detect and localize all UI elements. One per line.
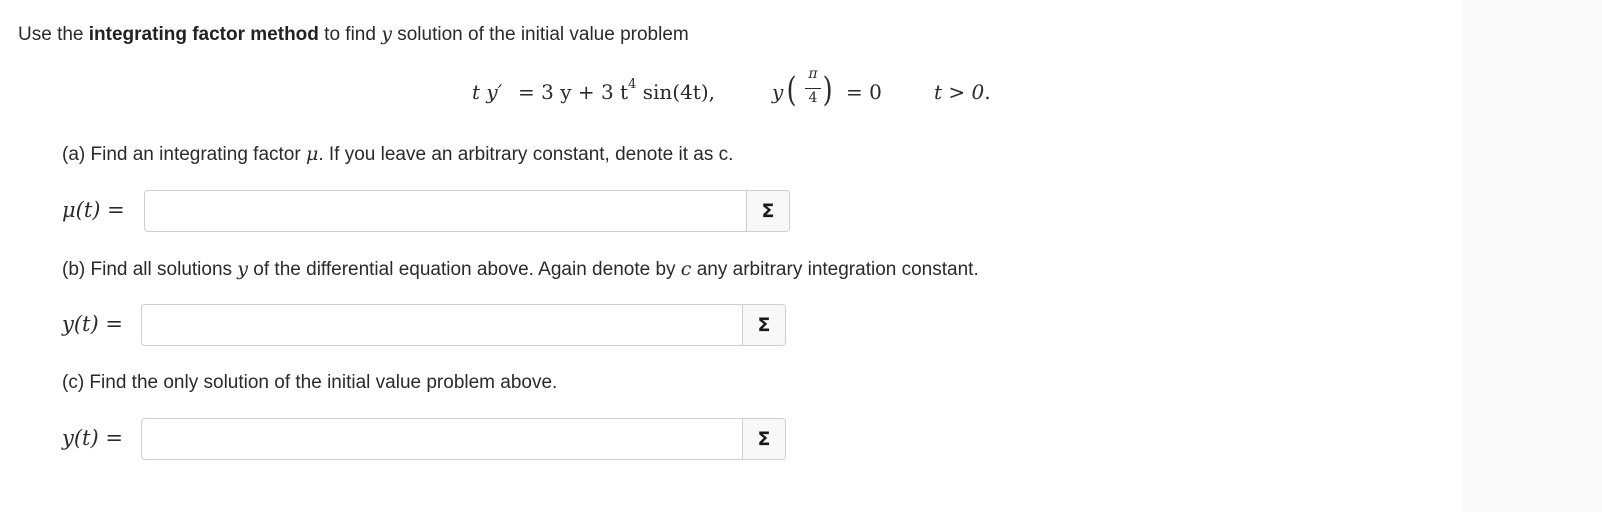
- y-general-input[interactable]: [142, 305, 743, 345]
- ode-equation: t y′ = 3 y + 3 t4 sin(4t), y ( π 4 ) = 0…: [0, 66, 1602, 122]
- intro-var: y: [381, 23, 392, 45]
- intro-prefix: Use the: [18, 24, 89, 45]
- part-a-mu: μ: [305, 143, 319, 165]
- part-a-suffix: . If you leave an arbitrary constant, de…: [318, 144, 719, 165]
- part-a-prefix: (a) Find an integrating factor: [62, 144, 306, 165]
- part-b-c: c: [680, 258, 692, 280]
- part-b-middle: of the differential equation above. Agai…: [248, 259, 681, 280]
- problem-intro: Use the integrating factor method to fin…: [18, 23, 689, 46]
- y-ivp-input[interactable]: [142, 419, 743, 459]
- ic-fraction-bar: [805, 88, 821, 89]
- y-general-sigma-button[interactable]: Σ: [742, 305, 785, 345]
- ic-left-paren: (: [786, 70, 797, 110]
- sigma-icon: Σ: [757, 428, 771, 450]
- mu-field-label: μ(t) =: [62, 198, 125, 222]
- ic-rhs: = 0: [846, 80, 882, 104]
- ode-tail: sin(4t),: [636, 80, 715, 104]
- ic-numerator: π: [808, 66, 818, 82]
- part-b-suffix: any arbitrary integration constant.: [691, 259, 979, 280]
- y-ivp-answer-box: Σ: [141, 418, 786, 460]
- mu-input[interactable]: [145, 191, 747, 231]
- domain-condition: t > 0.: [934, 80, 991, 104]
- part-a-prompt: (a) Find an integrating factor μ. If you…: [62, 143, 733, 166]
- ode-rhs: = 3 y + 3 t: [518, 80, 629, 104]
- y-general-field-label: y(t) =: [62, 312, 123, 336]
- ic-y: y: [772, 80, 784, 104]
- y-ivp-field-label: y(t) =: [62, 426, 123, 450]
- mu-sigma-button[interactable]: Σ: [746, 191, 789, 231]
- ode-lhs: t y′: [472, 80, 503, 104]
- intro-suffix: solution of the initial value problem: [391, 24, 689, 45]
- y-ivp-sigma-button[interactable]: Σ: [742, 419, 785, 459]
- part-a-end: .: [728, 144, 734, 165]
- intro-method: integrating factor method: [88, 24, 319, 45]
- intro-middle: to find: [318, 24, 382, 45]
- part-a-c: c: [718, 144, 729, 165]
- sigma-icon: Σ: [757, 314, 771, 336]
- right-margin-strip: [1462, 0, 1602, 512]
- y-general-answer-box: Σ: [141, 304, 786, 346]
- part-c-prompt: (c) Find the only solution of the initia…: [62, 372, 558, 393]
- part-b-prefix: (b) Find all solutions: [62, 259, 238, 280]
- mu-answer-box: Σ: [144, 190, 790, 232]
- initial-condition: y ( π 4 ): [772, 66, 852, 116]
- sigma-icon: Σ: [761, 200, 775, 222]
- ic-right-paren: ): [822, 70, 833, 110]
- part-b-y: y: [237, 258, 249, 280]
- ode-exponent: 4: [628, 77, 637, 93]
- ic-denominator: 4: [808, 90, 818, 106]
- part-b-prompt: (b) Find all solutions y of the differen…: [62, 258, 979, 281]
